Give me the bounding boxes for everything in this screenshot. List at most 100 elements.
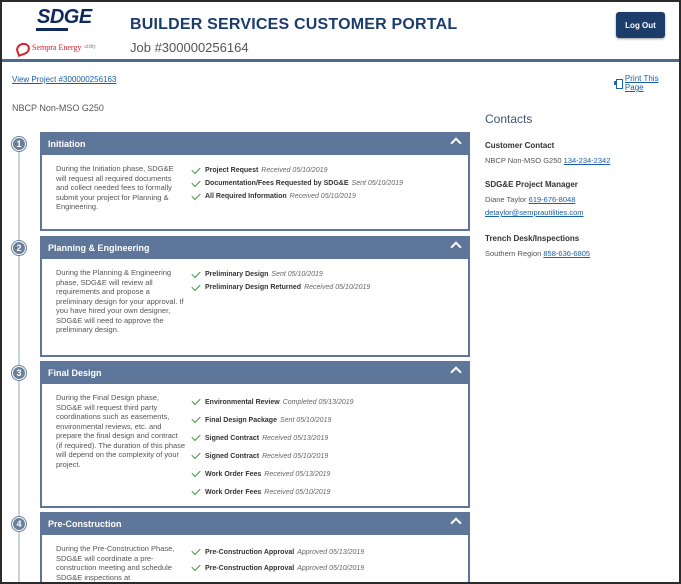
contact-line: Southern Region 858-636-6805 — [485, 247, 590, 260]
item-name: Work Order Fees — [205, 470, 262, 478]
printer-icon — [614, 79, 623, 89]
step-number-2: 2 — [12, 241, 26, 255]
contact-name: NBCP Non-MSO G250 — [485, 156, 562, 165]
check-icon — [191, 449, 201, 460]
contact-line: NBCP Non-MSO G250 134-234-2342 — [485, 154, 610, 167]
phase-body-planning: During the Planning & Engineering phase,… — [40, 259, 470, 357]
check-icon — [191, 281, 201, 291]
list-item: Work Order Fees Received 05/10/2019 — [191, 483, 354, 501]
sempra-sublabel: utility — [84, 44, 96, 50]
item-name: Preliminary Design — [205, 271, 269, 278]
list-item: Environmental Review Completed 05/13/2019 — [191, 393, 354, 411]
view-project-link[interactable]: View Project #300000256163 — [12, 75, 116, 84]
phase-description: During the Initiation phase, SDG&E will … — [56, 164, 174, 211]
page-title: BUILDER SERVICES CUSTOMER PORTAL — [130, 16, 458, 33]
contact-heading: Customer Contact — [485, 141, 555, 150]
page-header: SDGE Sempra Energy utility BUILDER SERVI… — [2, 2, 679, 62]
list-item: Signed Contract Received 05/10/2019 — [191, 447, 354, 465]
contact-email-link[interactable]: detaylor@semprautilities.com — [485, 208, 583, 217]
list-item: Project Request Received 05/10/2019 — [191, 164, 403, 177]
item-name: Pre-Construction Approval — [205, 564, 295, 572]
contact-line: detaylor@semprautilities.com — [485, 206, 583, 219]
list-item: Final Design Package Sent 05/10/2019 — [191, 411, 354, 429]
chevron-up-icon[interactable] — [450, 366, 462, 378]
phase-title: Final Design — [48, 367, 102, 378]
chevron-up-icon[interactable] — [450, 241, 462, 253]
item-status: Received 05/13/2019 — [262, 434, 329, 442]
list-item: Documentation/Fees Requested by SDG&E Sen… — [191, 177, 403, 190]
check-icon — [191, 431, 201, 442]
item-name: Project Request — [205, 167, 259, 174]
logo-wordmark: SDGE — [37, 6, 92, 28]
step-number-4: 4 — [12, 517, 26, 531]
check-icon — [191, 545, 201, 556]
phase-items: Pre-Construction Approval Approved 05/13/… — [191, 544, 365, 576]
list-item: All Required Information Received 05/10/2… — [191, 190, 403, 203]
check-icon — [191, 485, 201, 496]
check-icon — [191, 395, 201, 406]
phase-planning-engineering: Planning & Engineering During the Planni… — [40, 236, 470, 357]
phase-header-planning[interactable]: Planning & Engineering — [40, 236, 470, 259]
check-icon — [191, 164, 201, 174]
item-status: Approved 05/10/2019 — [297, 564, 365, 572]
phase-header-initiation[interactable]: Initiation — [40, 132, 470, 155]
check-icon — [191, 268, 201, 278]
list-item: Preliminary Design Sent 05/10/2019 — [191, 268, 370, 281]
phase-header-final-design[interactable]: Final Design — [40, 361, 470, 384]
phase-title: Pre-Construction — [48, 518, 122, 529]
chevron-up-icon[interactable] — [450, 137, 462, 149]
item-status: Received 05/10/2019 — [261, 167, 328, 174]
list-item: Pre-Construction Approval Approved 05/13/… — [191, 544, 364, 560]
list-item: Signed Contract Received 05/13/2019 — [191, 429, 354, 447]
project-manager-contact: SDG&E Project Manager Diane Taylor 619-6… — [485, 180, 583, 219]
step-number-1: 1 — [12, 137, 26, 151]
phase-description: During the Planning & Engineering phase,… — [56, 268, 184, 334]
check-icon — [191, 413, 201, 424]
item-name: Preliminary Design Returned — [205, 284, 302, 291]
phase-title: Initiation — [48, 138, 86, 149]
phase-items: Environmental Review Completed 05/13/2019… — [191, 393, 354, 501]
item-name: Documentation/Fees Requested by SDG&E — [205, 180, 349, 187]
phase-initiation: Initiation During the Initiation phase, … — [40, 132, 470, 231]
sempra-lockup: Sempra Energy utility — [14, 40, 96, 54]
phase-description: During the Pre-Construction Phase, SDG&E… — [56, 544, 175, 582]
item-status: Received 05/10/2019 — [289, 193, 356, 200]
item-status: Received 05/10/2019 — [304, 284, 371, 291]
contact-phone-link[interactable]: 858-636-6805 — [543, 249, 590, 258]
contact-heading: Trench Desk/Inspections — [485, 234, 580, 243]
item-status: Sent 05/10/2019 — [279, 416, 332, 424]
item-name: Pre-Construction Approval — [205, 548, 295, 556]
check-icon — [191, 467, 201, 478]
phase-body-initiation: During the Initiation phase, SDG&E will … — [40, 155, 470, 231]
project-name: NBCP Non-MSO G250 — [12, 103, 104, 113]
chevron-up-icon[interactable] — [450, 517, 462, 529]
check-icon — [191, 190, 201, 200]
print-link[interactable]: Print This Page — [614, 74, 679, 92]
list-item: Preliminary Design Returned Received 05/1… — [191, 281, 371, 294]
portal-page: SDGE Sempra Energy utility BUILDER SERVI… — [0, 0, 681, 584]
contact-name: Southern Region — [485, 249, 542, 258]
phase-final-design: Final Design During the Final Design pha… — [40, 361, 470, 508]
item-status: Completed 05/13/2019 — [282, 398, 354, 406]
logout-button[interactable]: Log Out — [616, 12, 665, 38]
item-name: Signed Contract — [205, 452, 260, 460]
item-name: All Required Information — [205, 193, 287, 200]
contact-name: Diane Taylor — [485, 195, 527, 204]
print-link-label: Print This Page — [624, 74, 659, 92]
contact-phone-link[interactable]: 619-676-8048 — [529, 195, 576, 204]
item-status: Sent 05/10/2019 — [271, 271, 323, 278]
check-icon — [191, 177, 201, 187]
sempra-label: Sempra Energy — [32, 42, 82, 52]
phase-items: Project Request Received 05/10/2019 Docum… — [191, 164, 403, 203]
contact-heading: SDG&E Project Manager — [485, 180, 578, 189]
phase-description: During the Final Design phase, SDG&E wil… — [56, 393, 186, 469]
phase-body-pre-construction: During the Pre-Construction Phase, SDG&E… — [40, 535, 470, 582]
item-status: Received 05/10/2019 — [264, 488, 331, 496]
list-item: Pre-Construction Approval Approved 05/10/… — [191, 560, 365, 576]
phase-body-final-design: During the Final Design phase, SDG&E wil… — [40, 384, 470, 508]
check-icon — [191, 561, 201, 572]
item-status: Sent 05/10/2019 — [351, 180, 403, 187]
phase-pre-construction: Pre-Construction During the Pre-Construc… — [40, 512, 470, 582]
phase-header-pre-construction[interactable]: Pre-Construction — [40, 512, 470, 535]
contact-phone-link[interactable]: 134-234-2342 — [564, 156, 611, 165]
